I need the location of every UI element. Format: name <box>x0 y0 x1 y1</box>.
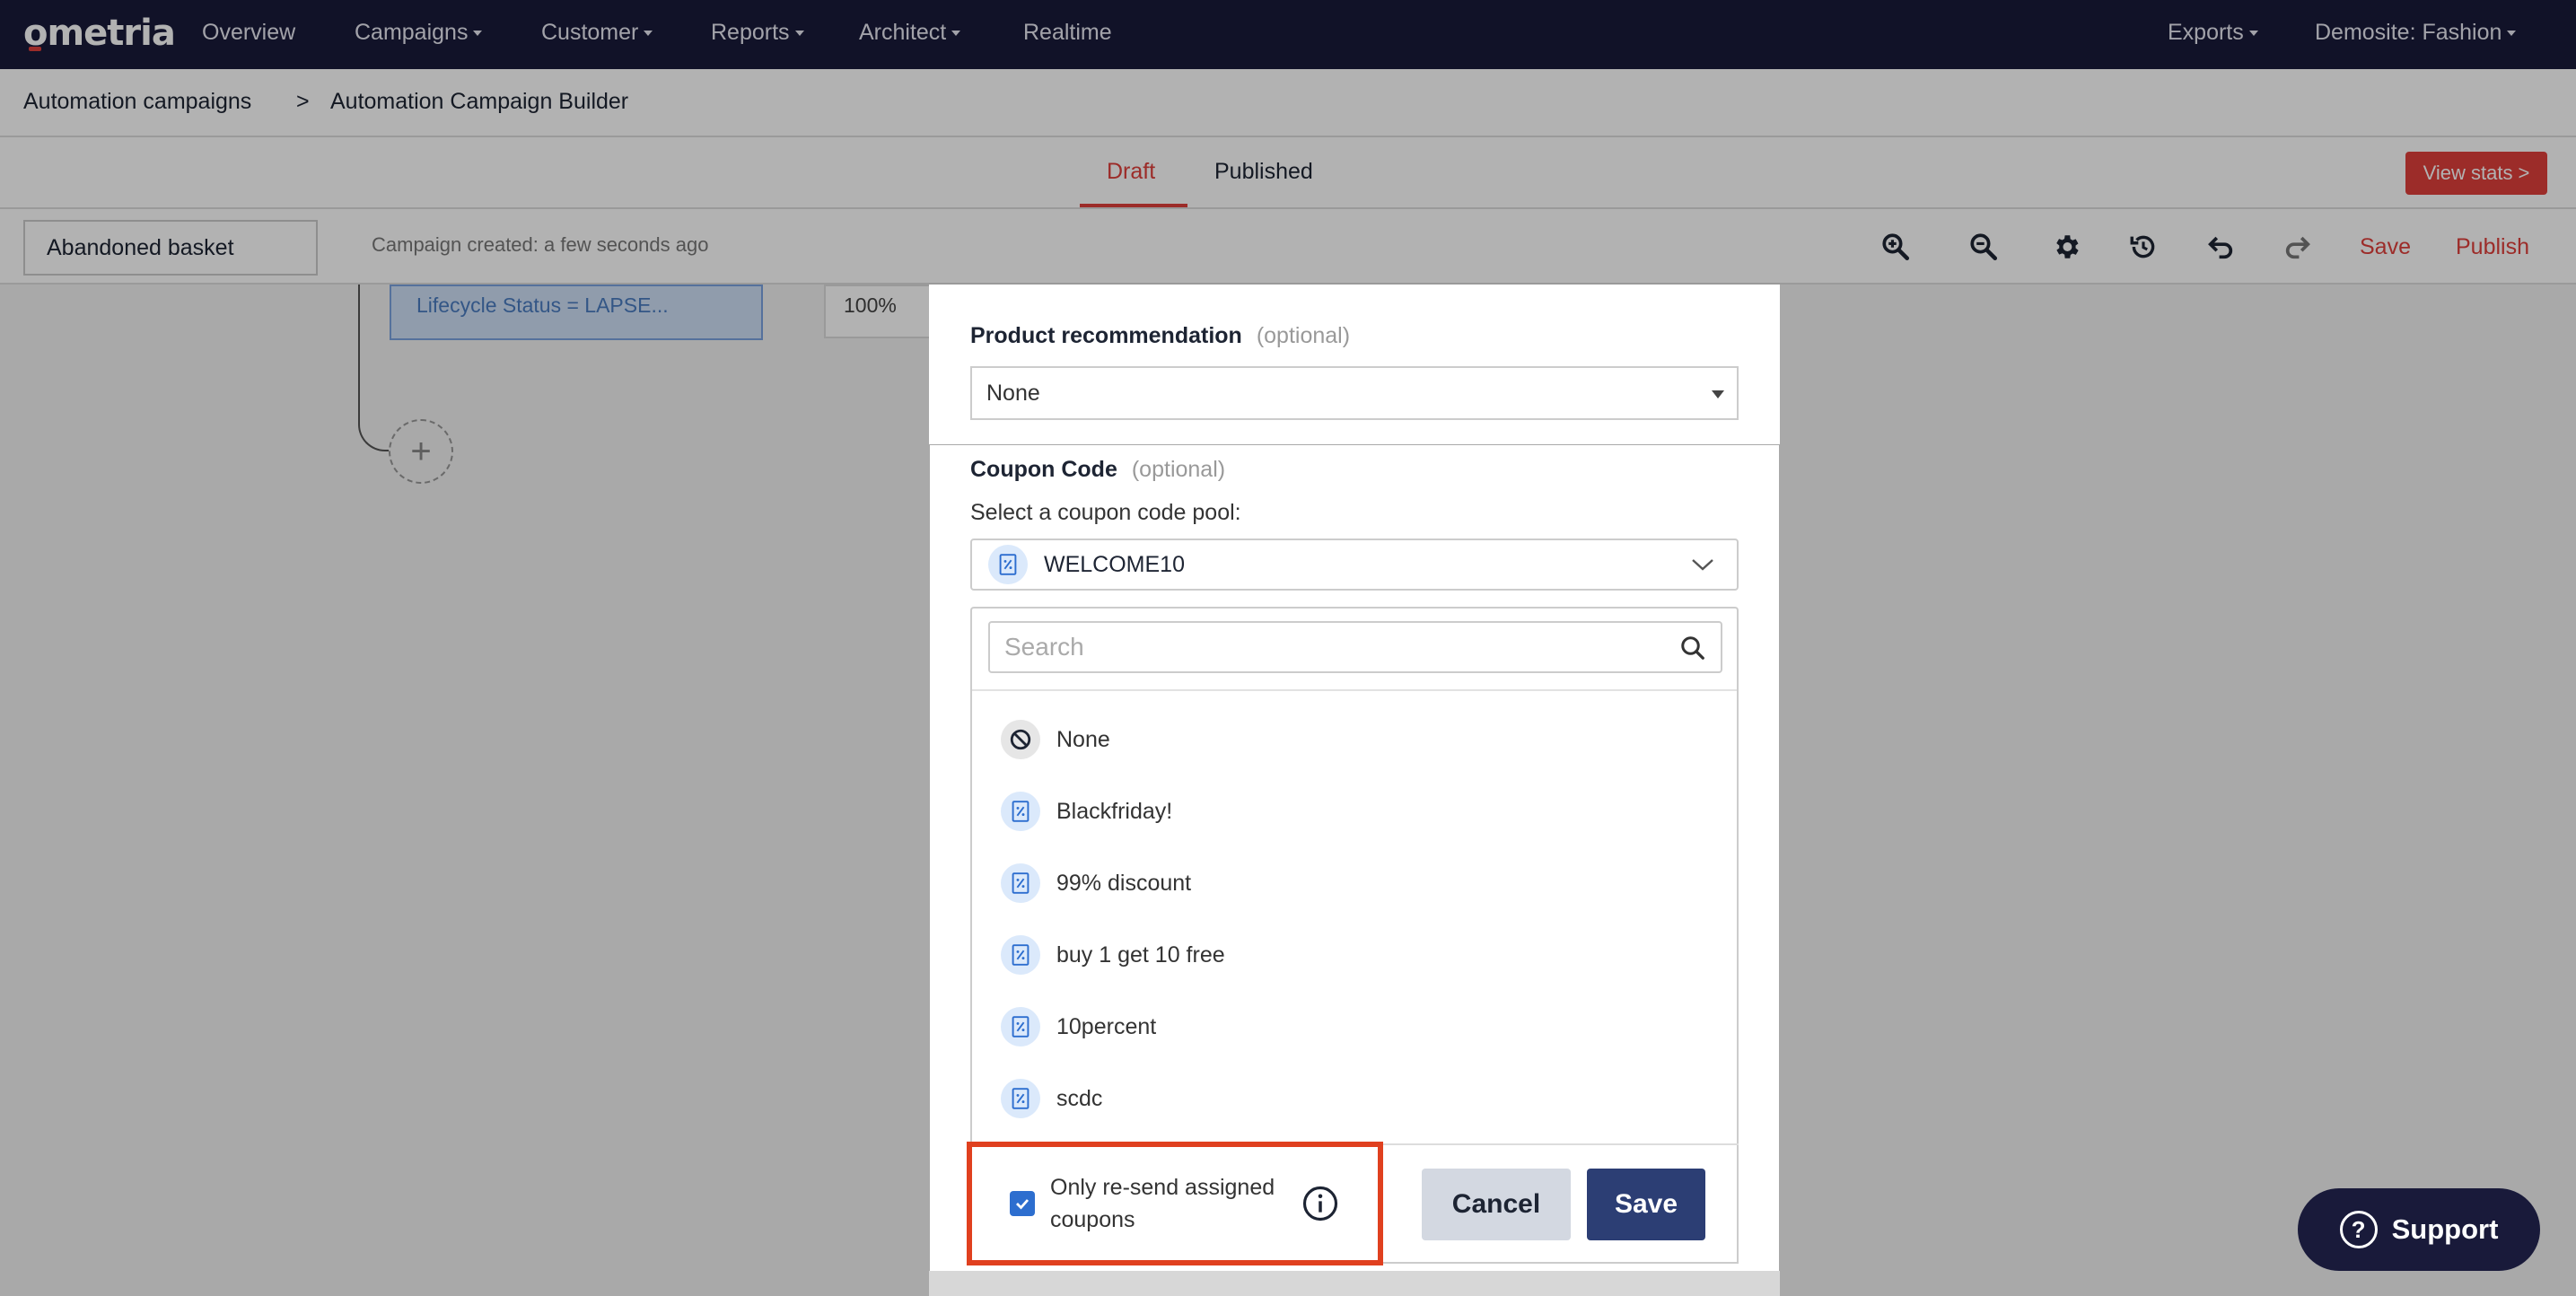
coupon-icon <box>1001 792 1040 831</box>
coupon-icon <box>1001 1007 1040 1046</box>
product-recommendation-select[interactable]: None <box>970 366 1739 420</box>
coupon-code-label: Coupon Code (optional) <box>970 457 1226 482</box>
coupon-option[interactable]: buy 1 get 10 free <box>1001 933 1225 976</box>
coupon-icon <box>1001 935 1040 975</box>
none-icon <box>1001 720 1040 759</box>
coupon-pool-dropdown: None Blackfriday! 99% discount buy 1 get… <box>970 607 1739 1145</box>
coupon-icon <box>988 545 1028 584</box>
coupon-option[interactable]: 10percent <box>1001 1005 1156 1048</box>
support-button[interactable]: ? Support <box>2298 1188 2540 1271</box>
coupon-option[interactable]: 99% discount <box>1001 862 1191 905</box>
dropdown-divider <box>972 689 1737 691</box>
coupon-icon <box>1001 1079 1040 1118</box>
modal-bottom-edge <box>929 1271 1780 1296</box>
coupon-pool-label: Select a coupon code pool: <box>970 500 1241 525</box>
product-recommendation-label: Product recommendation (optional) <box>970 323 1351 348</box>
coupon-option[interactable]: Blackfriday! <box>1001 790 1172 833</box>
chevron-down-icon <box>1690 555 1715 581</box>
coupon-search <box>988 621 1722 673</box>
coupon-search-input[interactable] <box>1004 633 1651 661</box>
coupon-option-none[interactable]: None <box>1001 718 1110 761</box>
coupon-icon <box>1001 863 1040 903</box>
modal-upper-section <box>929 285 1780 444</box>
modal-save-button[interactable]: Save <box>1587 1169 1705 1240</box>
help-icon: ? <box>2339 1211 2378 1248</box>
coupon-pool-select[interactable]: WELCOME10 <box>970 539 1739 591</box>
highlight-annotation <box>967 1142 1383 1265</box>
coupon-option[interactable]: scdc <box>1001 1077 1102 1120</box>
dropdown-arrow-icon <box>1712 390 1724 398</box>
cancel-button[interactable]: Cancel <box>1422 1169 1571 1240</box>
search-icon[interactable] <box>1679 635 1706 666</box>
